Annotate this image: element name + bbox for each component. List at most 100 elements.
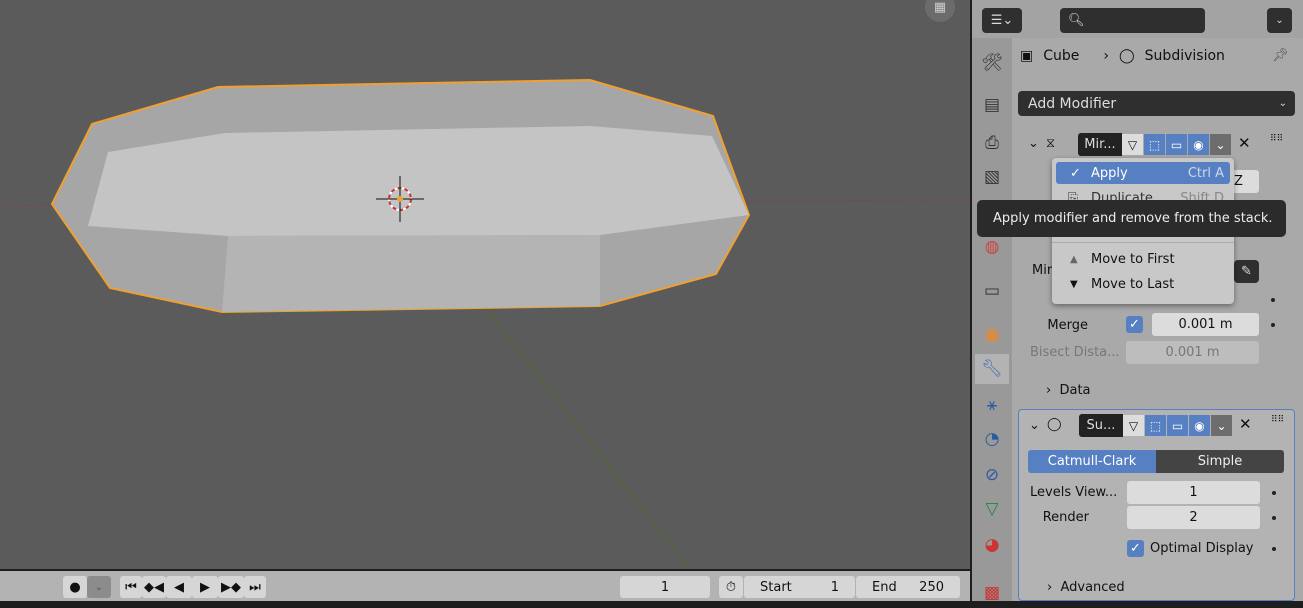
play-icon[interactable]: ▶	[192, 576, 218, 598]
physics-tab-icon[interactable]: ◔	[975, 424, 1009, 454]
triangle-down-icon: ▼	[1070, 278, 1078, 290]
next-keyframe-icon[interactable]: ▶◆	[218, 576, 244, 598]
edit-mode-icon[interactable]: ▽	[1122, 134, 1143, 155]
object-icon: ▣	[1020, 48, 1034, 64]
levels-viewport-field[interactable]: 1	[1127, 481, 1260, 504]
chevron-right-icon: ›	[1103, 48, 1109, 64]
levels-viewport-label: Levels View...	[1030, 485, 1118, 500]
keyframe-dot[interactable]	[1272, 491, 1276, 495]
chevron-right-icon: ›	[1047, 580, 1061, 595]
output-tab-icon[interactable]: ⎙	[975, 128, 1009, 158]
triangle-up-icon: ▲	[1070, 253, 1078, 265]
properties-header: ☰⌄ 🔍︎ ⌄	[972, 0, 1303, 38]
data-tab-icon[interactable]: ▽	[975, 494, 1009, 524]
modifier-tab-icon[interactable]: 🔧︎	[975, 354, 1009, 384]
render-tab-icon[interactable]: ▤	[975, 90, 1009, 120]
cage-icon[interactable]: ⬚	[1145, 415, 1166, 436]
keyframe-dot[interactable]	[1272, 516, 1276, 520]
3d-viewport[interactable]: ▦	[0, 0, 970, 569]
search-input[interactable]: 🔍︎	[1060, 8, 1205, 33]
remove-modifier-icon[interactable]: ✕	[1238, 134, 1251, 152]
menu-shortcut: Ctrl A	[1187, 165, 1224, 181]
drag-handle-icon[interactable]: ⠿⠿	[1270, 134, 1283, 144]
keyframe-dot[interactable]	[1271, 323, 1275, 327]
end-label: End	[872, 579, 897, 595]
merge-checkbox[interactable]: ✓	[1126, 316, 1143, 333]
particles-tab-icon[interactable]: ⚹	[975, 390, 1009, 420]
cage-icon[interactable]: ⬚	[1144, 134, 1165, 155]
start-label: Start	[760, 579, 792, 595]
view-layer-tab-icon[interactable]: ▧	[975, 162, 1009, 192]
end-frame-field[interactable]: End 250	[856, 576, 960, 598]
pin-icon[interactable]: 📌︎	[1272, 48, 1289, 63]
add-modifier-label: Add Modifier	[1028, 95, 1117, 112]
options-dropdown[interactable]: ⌄	[1267, 8, 1292, 33]
edit-mode-icon[interactable]: ▽	[1123, 415, 1144, 436]
constraints-tab-icon[interactable]: ⊘	[975, 460, 1009, 490]
collection-tab-icon[interactable]: ▭	[975, 276, 1009, 306]
menu-item-move-to-last[interactable]: ▼ Move to Last	[1056, 273, 1230, 295]
simple-option[interactable]: Simple	[1156, 450, 1284, 473]
keying-dropdown[interactable]: ⌄	[87, 576, 111, 598]
menu-item-label: Move to First	[1091, 251, 1175, 267]
viewport-scene	[0, 78, 970, 569]
breadcrumb-object: Cube	[1043, 48, 1080, 64]
render-camera-icon[interactable]: ◉	[1188, 134, 1209, 155]
data-subpanel-header[interactable]: › Data	[1046, 383, 1091, 398]
render-camera-icon[interactable]: ◉	[1189, 415, 1210, 436]
timeline: ● ⌄ ⏮ ◆◀ ◀ ▶ ▶◆ ⏭ 1 ⏱ Start 1 End 250	[0, 571, 970, 601]
mirror-name-field[interactable]: Mir...	[1078, 133, 1122, 156]
end-value: 250	[919, 579, 944, 595]
subdivision-icon: ◯	[1047, 417, 1062, 432]
menu-item-move-to-first[interactable]: ▲ Move to First	[1056, 248, 1230, 270]
menu-item-label: Move to Last	[1091, 276, 1175, 292]
remove-modifier-icon[interactable]: ✕	[1239, 415, 1252, 433]
chevron-right-icon: ›	[1046, 383, 1060, 398]
subdivision-name-field[interactable]: Su...	[1079, 414, 1123, 437]
record-icon[interactable]: ●	[63, 576, 87, 598]
current-frame-field[interactable]: 1	[620, 576, 710, 598]
jump-start-icon[interactable]: ⏮	[120, 576, 142, 598]
render-levels-field[interactable]: 2	[1127, 506, 1260, 529]
tool-tab-icon[interactable]: 🛠︎	[975, 48, 1009, 78]
advanced-label: Advanced	[1060, 580, 1125, 595]
play-reverse-icon[interactable]: ◀	[166, 576, 192, 598]
catmull-clark-option[interactable]: Catmull-Clark	[1028, 450, 1156, 473]
mirror-icon: ⧖	[1046, 136, 1056, 151]
menu-item-apply[interactable]: ✓ Apply Ctrl A	[1056, 162, 1230, 184]
subdivision-modifier-panel: ⌄ ◯ Su... ▽ ⬚ ▭ ◉ ⌄ ✕ ⠿⠿ Catmull-Clark S…	[1018, 409, 1295, 601]
keyframe-dot[interactable]	[1271, 298, 1275, 302]
jump-end-icon[interactable]: ⏭	[244, 576, 266, 598]
collapse-icon[interactable]: ⌄	[1028, 136, 1039, 151]
start-value: 1	[830, 579, 839, 595]
data-label: Data	[1059, 383, 1091, 398]
search-icon: 🔍︎	[1068, 13, 1085, 28]
bisect-distance-field[interactable]: 0.001 m	[1126, 341, 1259, 364]
check-icon: ✓	[1070, 165, 1081, 181]
render-levels-label: Render	[1042, 510, 1089, 525]
merge-label: Merge	[1047, 318, 1088, 333]
eyedropper-icon[interactable]: ✎	[1234, 260, 1259, 283]
bisect-distance-label: Bisect Dista...	[1030, 345, 1120, 360]
modifier-menu-dropdown[interactable]: ⌄	[1210, 134, 1231, 155]
start-frame-field[interactable]: Start 1	[744, 576, 855, 598]
collapse-icon[interactable]: ⌄	[1029, 418, 1040, 433]
viewport-display-icon[interactable]: ▭	[1167, 415, 1188, 436]
material-tab-icon[interactable]: ◕	[975, 530, 1009, 560]
merge-distance-field[interactable]: 0.001 m	[1152, 313, 1259, 336]
add-modifier-button[interactable]: Add Modifier ⌄	[1018, 91, 1295, 116]
texture-tab-icon[interactable]: ▩	[975, 578, 1009, 608]
object-tab-icon[interactable]: ▣	[975, 320, 1009, 350]
editor-type-icon[interactable]: ☰⌄	[982, 8, 1022, 33]
subdivision-icon: ◯	[1119, 48, 1135, 64]
menu-item-label: Apply	[1091, 165, 1128, 181]
stopwatch-icon[interactable]: ⏱	[719, 576, 743, 598]
properties-tabs: 🛠︎ ▤ ⎙ ▧ ◍ ▭ ▣ 🔧︎ ⚹ ◔ ⊘ ▽ ◕ ▩	[972, 38, 1012, 603]
advanced-subpanel-header[interactable]: › Advanced	[1047, 580, 1125, 595]
prev-keyframe-icon[interactable]: ◆◀	[142, 576, 166, 598]
modifier-menu-dropdown[interactable]: ⌄	[1211, 415, 1232, 436]
keyframe-dot[interactable]	[1272, 547, 1276, 551]
optimal-display-checkbox[interactable]: ✓	[1127, 540, 1144, 557]
viewport-display-icon[interactable]: ▭	[1166, 134, 1187, 155]
drag-handle-icon[interactable]: ⠿⠿	[1271, 415, 1284, 425]
